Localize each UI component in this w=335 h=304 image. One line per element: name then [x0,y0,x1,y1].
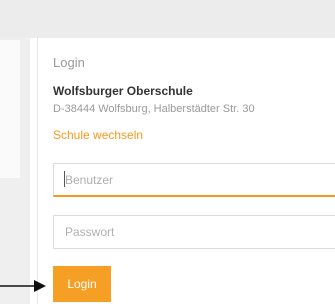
pointer-arrow-icon [0,280,46,292]
top-bar [0,0,335,38]
login-title: Login [53,55,85,70]
switch-school-link[interactable]: Schule wechseln [53,128,143,142]
text-cursor [64,171,65,187]
school-address: D-38444 Wolfsburg, Halberstädter Str. 30 [53,103,255,115]
password-input[interactable] [53,215,335,249]
username-input[interactable] [53,163,335,197]
login-button[interactable]: Login [53,266,111,302]
school-name: Wolfsburger Oberschule [53,84,193,98]
left-panel [0,40,20,178]
